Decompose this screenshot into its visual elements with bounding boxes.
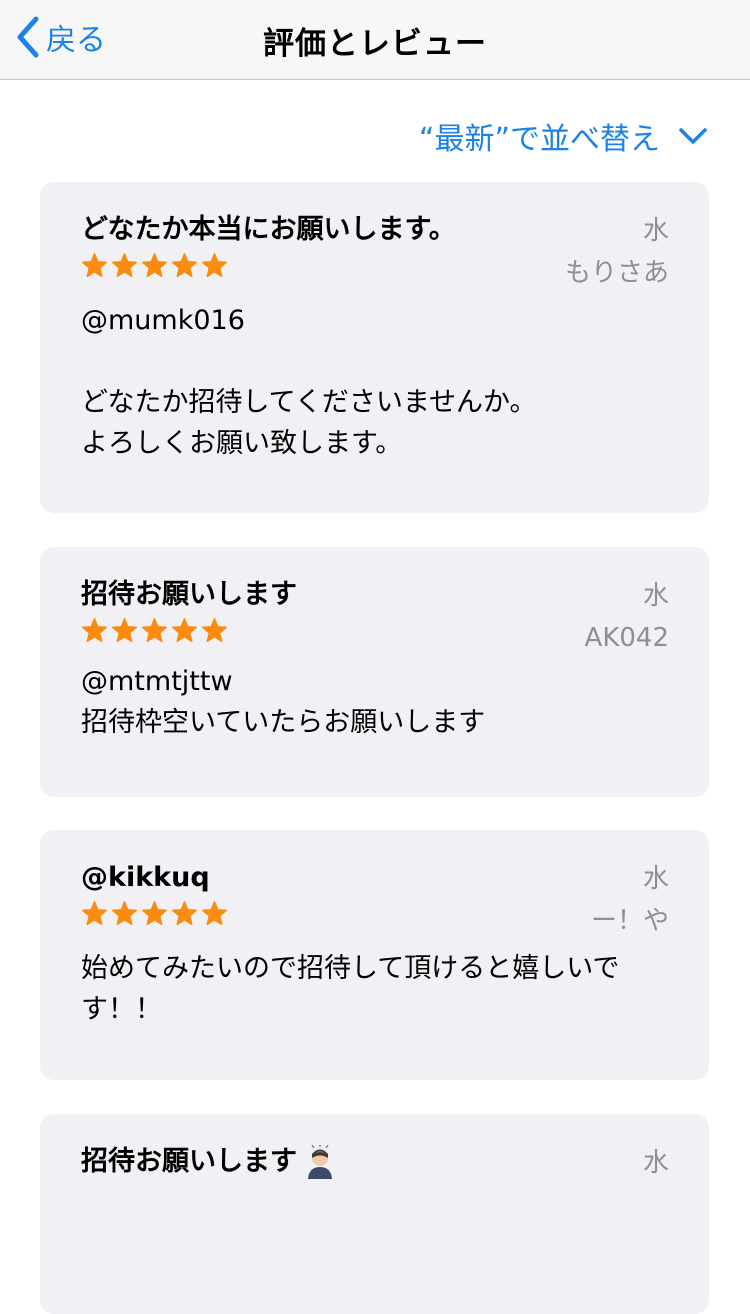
review-meta: 水 もりさあ xyxy=(565,210,669,294)
star-rating xyxy=(81,617,669,647)
review-date: 水 xyxy=(642,581,669,611)
review-body: @mumk016 どなたか招待してくださいませんか。 よろしくお願い致します。 xyxy=(81,305,537,459)
review-card[interactable]: @kikkuq 水 ー！や 始めてみたいので招待して頂けると嬉しいで す！！ xyxy=(40,830,709,1080)
review-meta: 水 AK042 xyxy=(585,575,669,659)
review-author: AK042 xyxy=(584,623,669,653)
review-title: 招待お願いします xyxy=(81,1146,297,1177)
review-body: 始めてみたいので招待して頂けると嬉しいで す！！ xyxy=(81,953,620,1025)
chevron-down-icon xyxy=(679,128,707,144)
review-meta: 水 xyxy=(643,1142,669,1184)
review-title-row: 招待お願いします xyxy=(81,1142,669,1182)
sort-button[interactable]: “最新”で並べ替え xyxy=(419,114,708,158)
star-icon xyxy=(172,618,197,643)
star-icon xyxy=(142,901,167,926)
review-date: 水 xyxy=(642,864,669,894)
star-icon xyxy=(82,618,107,643)
star-icon xyxy=(142,618,167,643)
star-icon xyxy=(202,618,227,643)
review-author: ー！や xyxy=(590,906,669,936)
star-icon xyxy=(142,253,167,278)
review-card[interactable]: 招待お願いします 水 xyxy=(40,1114,709,1314)
review-card[interactable]: 招待お願いします 水 AK042 @mtmtjttw 招待枠空いていたらお願いし… xyxy=(40,547,709,797)
star-icon xyxy=(112,618,137,643)
review-body: @mtmtjttw 招待枠空いていたらお願いします xyxy=(81,666,486,738)
star-rating xyxy=(81,900,669,930)
review-title: @kikkuq xyxy=(81,862,210,893)
star-icon xyxy=(112,253,137,278)
star-icon xyxy=(202,901,227,926)
navigation-bar: 戻る 評価とレビュー xyxy=(0,0,750,80)
page-title: 評価とレビュー xyxy=(263,26,487,62)
review-title: 招待お願いします xyxy=(81,579,297,610)
review-author: もりさあ xyxy=(564,258,669,288)
star-icon xyxy=(202,253,227,278)
star-icon xyxy=(172,253,197,278)
star-icon xyxy=(82,253,107,278)
star-icon xyxy=(82,901,107,926)
review-card[interactable]: どなたか本当にお願いします。 水 もりさあ @mumk016 どなたか招待してく… xyxy=(40,182,709,513)
star-icon xyxy=(172,901,197,926)
review-date: 水 xyxy=(642,216,669,246)
sort-label: “最新”で並べ替え xyxy=(418,122,660,157)
review-meta: 水 ー！や xyxy=(591,858,669,942)
review-date: 水 xyxy=(642,1148,669,1178)
star-icon xyxy=(112,901,137,926)
